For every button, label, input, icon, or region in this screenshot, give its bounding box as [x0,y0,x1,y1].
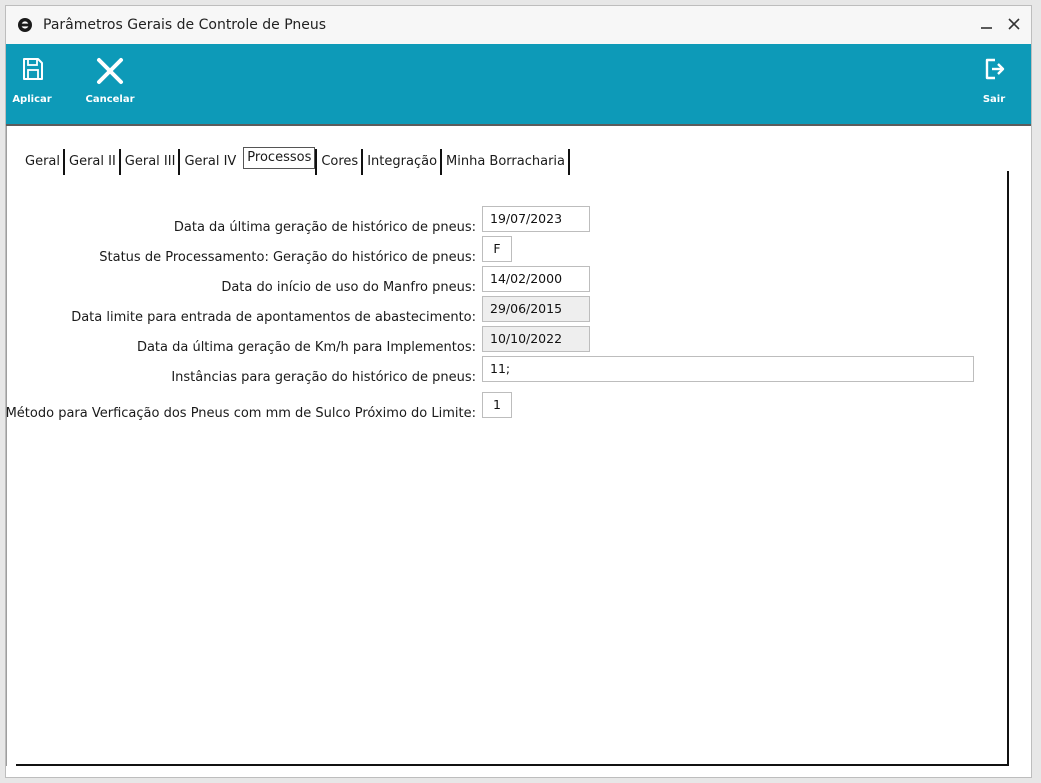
data-limite-abastecimento-field: 29/06/2015 [482,296,590,322]
minimize-icon[interactable] [976,13,998,35]
metodo-verificacao-field[interactable]: 1 [482,392,512,418]
form-row: Data do início de uso do Manfro pneus: [6,272,476,298]
cancelar-label: Cancelar [85,94,135,105]
form-row: Data limite para entrada de apontamentos… [6,302,476,328]
ultima-geracao-historico-label: Data da última geração de histórico de p… [173,220,476,235]
tab-geral-ii[interactable]: Geral II [65,149,121,175]
close-window-icon[interactable] [1003,13,1025,35]
form-row: Data da última geração de Km/h para Impl… [6,332,476,358]
form-row: Data da última geração de histórico de p… [6,212,476,238]
tab-geral-iii[interactable]: Geral III [121,149,181,175]
metodo-verificacao-label: Método para Verficação dos Pneus com mm … [5,406,476,421]
tab-strip: Geral Geral II Geral III Geral IV Proces… [21,145,571,175]
inicio-uso-field[interactable]: 14/02/2000 [482,266,590,292]
app-logo-icon [18,18,32,32]
window-title: Parâmetros Gerais de Controle de Pneus [43,17,327,33]
save-icon [23,58,43,80]
sair-button[interactable]: Sair [974,44,1014,124]
instancias-label: Instâncias para geração do histórico de … [171,370,476,385]
aplicar-button[interactable]: Aplicar [8,44,56,124]
ultima-geracao-kmh-label: Data da última geração de Km/h para Impl… [136,340,476,355]
form-row: Método para Verficação dos Pneus com mm … [6,398,476,424]
title-bar: Parâmetros Gerais de Controle de Pneus [6,6,1031,44]
aplicar-label: Aplicar [12,94,52,105]
status-processamento-label: Status de Processamento: Geração do hist… [99,250,476,265]
tab-panel-right-border [1007,171,1009,765]
cancelar-button[interactable]: Cancelar [82,44,138,124]
toolbar-separator [6,124,1031,126]
status-processamento-field[interactable]: F [482,236,512,262]
sair-label: Sair [982,94,1006,105]
dialog-window: Parâmetros Gerais de Controle de Pneus A… [5,5,1032,778]
data-limite-abastecimento-label: Data limite para entrada de apontamentos… [71,310,476,325]
ultima-geracao-kmh-field: 10/10/2022 [482,326,590,352]
ultima-geracao-historico-field[interactable]: 19/07/2023 [482,206,590,232]
tab-cores[interactable]: Cores [315,149,364,175]
tab-panel-bottom-border [16,764,1009,766]
tab-geral[interactable]: Geral [21,149,65,175]
toolbar: Aplicar Cancelar Sair [6,44,1031,124]
instancias-field[interactable]: 11; [482,356,974,382]
tab-integracao[interactable]: Integração [363,149,443,175]
inicio-uso-label: Data do início de uso do Manfro pneus: [221,280,476,295]
tab-geral-iv[interactable]: Geral IV [180,149,239,175]
form-row: Status de Processamento: Geração do hist… [6,242,476,268]
cancel-x-icon [97,58,123,84]
exit-icon [985,58,1005,80]
tab-processos[interactable]: Processos [243,147,316,169]
form-row: Instâncias para geração do histórico de … [6,362,476,388]
tab-minha-borracharia[interactable]: Minha Borracharia [442,149,571,175]
